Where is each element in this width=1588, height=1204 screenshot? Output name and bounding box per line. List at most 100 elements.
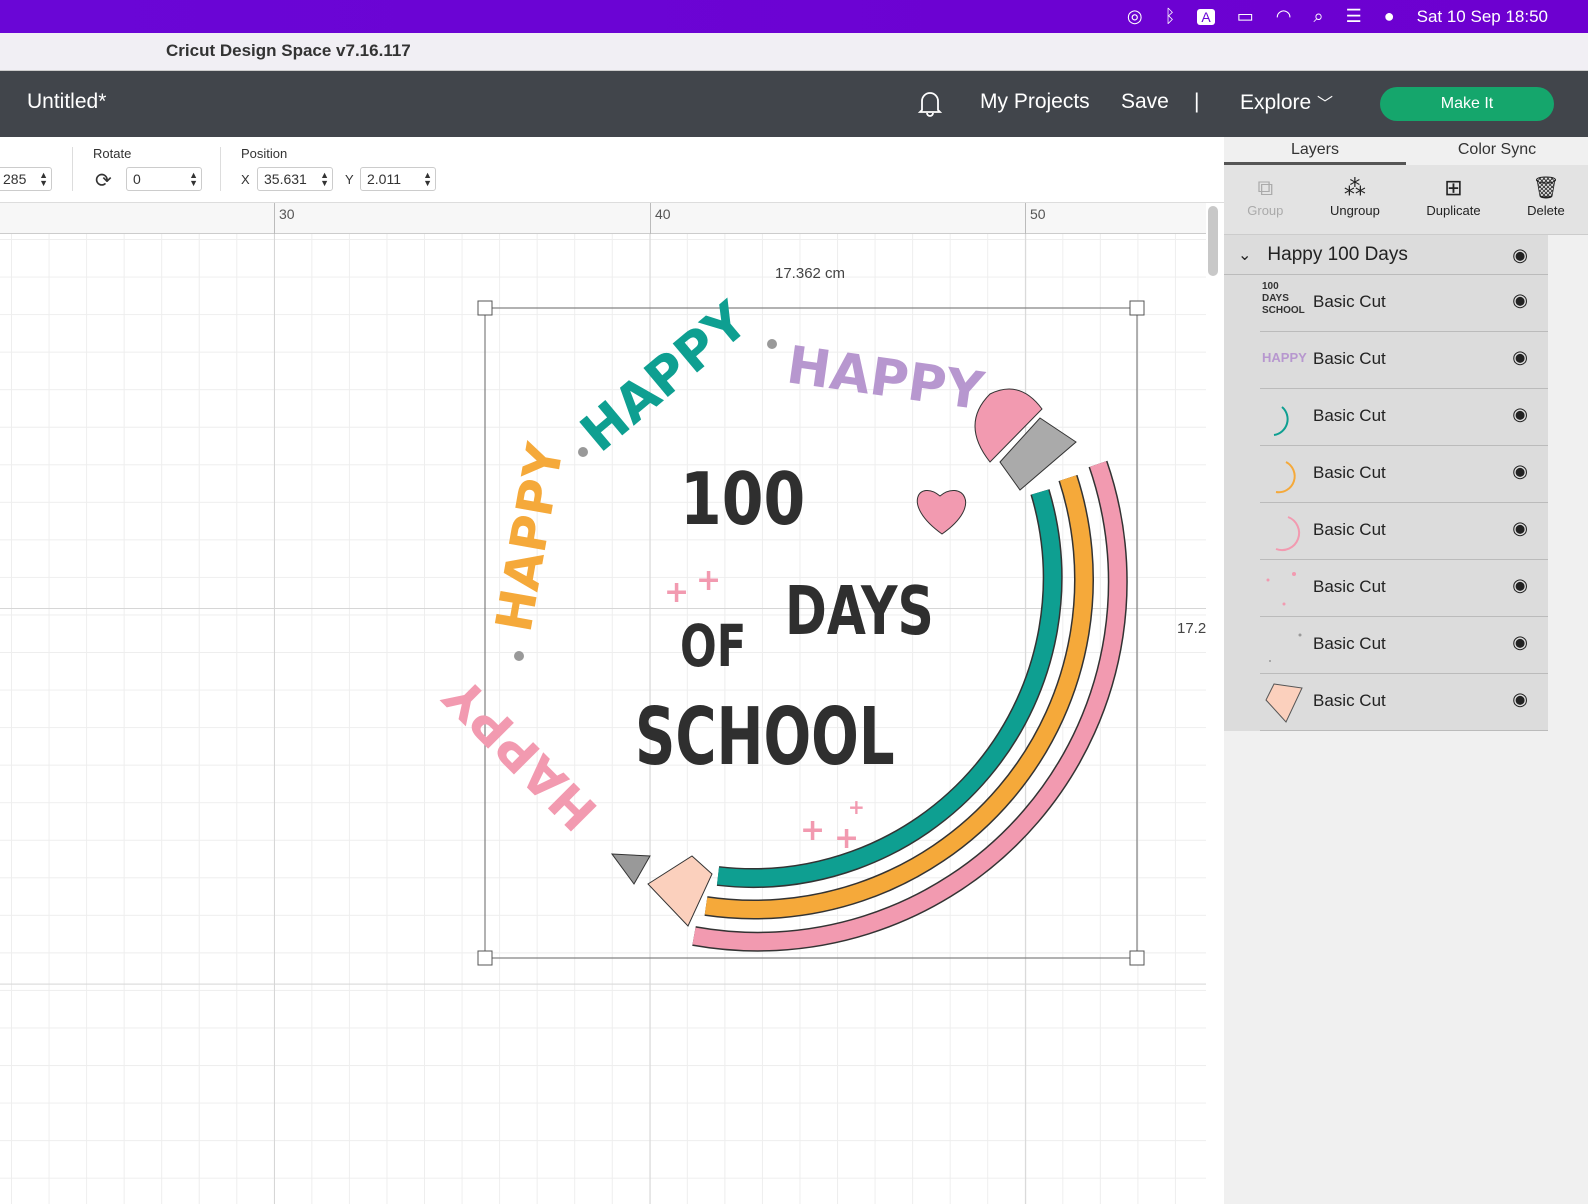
design-text-happy-orange: HAPPY bbox=[485, 438, 575, 636]
layer-item[interactable]: Basic Cut ◉ bbox=[1260, 503, 1548, 560]
group-button[interactable]: ⧉ Group bbox=[1247, 165, 1283, 234]
y-label: Y bbox=[345, 172, 354, 187]
rotate-field[interactable]: 0 ▲ ▼ bbox=[126, 167, 202, 191]
layer-item[interactable]: Basic Cut ◉ bbox=[1260, 617, 1548, 674]
stepper-icon[interactable]: ▲ ▼ bbox=[39, 171, 48, 188]
sparkle-icon: + bbox=[696, 563, 721, 598]
sparkle-icon: + bbox=[848, 795, 865, 819]
my-projects-link[interactable]: My Projects bbox=[980, 90, 1090, 114]
stepper-icon[interactable]: ▲ ▼ bbox=[189, 171, 198, 188]
siri-icon[interactable]: ● bbox=[1384, 6, 1395, 27]
teal-arc-outline bbox=[716, 489, 1063, 888]
resize-handle bbox=[1129, 950, 1145, 966]
bell-icon[interactable] bbox=[916, 88, 944, 124]
rotate-icon[interactable]: ⟳ bbox=[95, 168, 112, 193]
design-text-school: SCHOOL bbox=[635, 691, 895, 783]
y-position-field[interactable]: 2.011 ▲ ▼ bbox=[360, 167, 436, 191]
layer-thumbnail bbox=[1273, 406, 1289, 436]
bluetooth-icon[interactable]: ᛒ bbox=[1165, 6, 1176, 27]
layer-item[interactable]: 100 DAYS SCHOOL Basic Cut ◉ bbox=[1260, 275, 1548, 332]
stepper-icon[interactable]: ▲ ▼ bbox=[320, 171, 329, 188]
eye-icon[interactable]: ◉ bbox=[1512, 245, 1528, 266]
sparkle-icon: + bbox=[664, 575, 689, 610]
layer-thumbnail bbox=[1269, 633, 1302, 662]
wifi-icon[interactable]: ◠ bbox=[1276, 6, 1292, 27]
pencil-wood bbox=[647, 855, 713, 927]
dot bbox=[578, 447, 588, 457]
ruler-tick: 40 bbox=[650, 203, 675, 234]
window-titlebar: Cricut Design Space v7.16.117 bbox=[0, 33, 1588, 71]
chevron-down-icon[interactable]: ⌄ bbox=[1238, 245, 1251, 265]
design-text-days: DAYS bbox=[785, 573, 934, 651]
make-it-button[interactable]: Make It bbox=[1380, 87, 1554, 121]
dot bbox=[514, 651, 524, 661]
creative-cloud-icon[interactable]: ◎ bbox=[1127, 6, 1143, 27]
eye-icon[interactable]: ◉ bbox=[1512, 290, 1528, 311]
ungroup-icon: ⁂ bbox=[1343, 175, 1366, 200]
design-canvas[interactable]: 17.362 cm 17.2 100 DAYS OF SCHOOL HAPPY … bbox=[0, 234, 1206, 1204]
explore-menu[interactable]: Explore ﹀ bbox=[1240, 90, 1333, 115]
layers-list: ⌄ Happy 100 Days ◉ 100 DAYS SCHOOL Basic Cu… bbox=[1224, 235, 1548, 731]
layer-thumbnail: HAPPY bbox=[1262, 350, 1307, 365]
tab-color-sync[interactable]: Color Sync bbox=[1406, 137, 1588, 165]
design-text-of: OF bbox=[680, 614, 746, 681]
save-button[interactable]: Save bbox=[1121, 90, 1169, 114]
layer-thumbnail bbox=[1275, 516, 1301, 552]
dot bbox=[767, 339, 777, 349]
eye-icon[interactable]: ◉ bbox=[1512, 689, 1528, 710]
group-icon: ⧉ bbox=[1257, 175, 1274, 200]
layer-item[interactable]: HAPPY Basic Cut ◉ bbox=[1260, 332, 1548, 389]
eye-icon[interactable]: ◉ bbox=[1512, 632, 1528, 653]
design-text-happy-pink: HAPPY bbox=[433, 666, 609, 842]
stepper-icon[interactable]: ▲ ▼ bbox=[423, 171, 432, 188]
duplicate-button[interactable]: ⊞ Duplicate bbox=[1426, 165, 1480, 234]
layer-thumbnail bbox=[1265, 683, 1303, 723]
horizontal-ruler: 30 40 50 bbox=[0, 203, 1206, 234]
layer-item[interactable]: Basic Cut ◉ bbox=[1260, 560, 1548, 617]
sparkle-icon: + bbox=[834, 821, 859, 856]
control-center-icon[interactable]: ☰ bbox=[1346, 6, 1362, 27]
group-name: Happy 100 Days bbox=[1267, 243, 1408, 265]
resize-handle bbox=[477, 300, 493, 316]
size-field[interactable]: 285 ▲ ▼ bbox=[0, 167, 52, 191]
app-header: Untitled* My Projects Save | Explore ﹀ M… bbox=[0, 71, 1588, 137]
duplicate-icon: ⊞ bbox=[1444, 175, 1463, 200]
ruler-tick: 30 bbox=[274, 203, 299, 234]
macos-menubar: ◎ ᛒ A ▭ ◠ ⌕ ☰ ● Sat 10 Sep 18:50 bbox=[0, 0, 1588, 33]
vertical-scrollbar[interactable] bbox=[1208, 206, 1218, 276]
design-text-happy-teal: HAPPY bbox=[570, 290, 761, 464]
tab-layers[interactable]: Layers bbox=[1224, 137, 1406, 165]
trash-icon: 🗑 bbox=[1531, 175, 1560, 200]
layer-item[interactable]: Basic Cut ◉ bbox=[1260, 446, 1548, 503]
ruler-tick: 50 bbox=[1025, 203, 1050, 234]
eye-icon[interactable]: ◉ bbox=[1512, 575, 1528, 596]
edit-toolbar: 285 ▲ ▼ Rotate ⟳ 0 ▲ ▼ Position X 35.631 ▲ ▼ Y… bbox=[0, 137, 1224, 203]
x-position-field[interactable]: 35.631 ▲ ▼ bbox=[257, 167, 333, 191]
eye-icon[interactable]: ◉ bbox=[1512, 347, 1528, 368]
teal-arc bbox=[717, 489, 1062, 887]
layer-item[interactable]: Basic Cut ◉ bbox=[1260, 389, 1548, 446]
layer-thumbnail: 100 DAYS SCHOOL bbox=[1262, 281, 1305, 316]
header-divider: | bbox=[1194, 90, 1200, 113]
position-label: Position bbox=[241, 146, 288, 161]
layers-panel: Layers Color Sync ⧉ Group ⁂ Ungroup ⊞ Dupli… bbox=[1224, 137, 1588, 1204]
eye-icon[interactable]: ◉ bbox=[1512, 461, 1528, 482]
spotlight-icon[interactable]: ⌕ bbox=[1314, 6, 1324, 27]
window-title: Cricut Design Space v7.16.117 bbox=[166, 41, 411, 60]
layer-group-happy-100-days[interactable]: ⌄ Happy 100 Days ◉ bbox=[1224, 235, 1548, 275]
ungroup-button[interactable]: ⁂ Ungroup bbox=[1330, 165, 1380, 234]
document-title[interactable]: Untitled* bbox=[27, 90, 106, 114]
battery-icon[interactable]: ▭ bbox=[1237, 6, 1254, 27]
eye-icon[interactable]: ◉ bbox=[1512, 518, 1528, 539]
delete-button[interactable]: 🗑 Delete bbox=[1527, 165, 1565, 234]
design-text-100: 100 bbox=[680, 457, 805, 542]
layer-thumbnail bbox=[1275, 461, 1296, 494]
layer-item[interactable]: Basic Cut ◉ bbox=[1260, 674, 1548, 731]
chevron-down-icon: ﹀ bbox=[1317, 96, 1334, 113]
menubar-clock[interactable]: Sat 10 Sep 18:50 bbox=[1417, 7, 1548, 27]
input-source-icon[interactable]: A bbox=[1197, 8, 1215, 25]
pencil-tip bbox=[610, 853, 651, 885]
design-text-happy-purple: HAPPY bbox=[783, 335, 988, 422]
design-artwork[interactable]: 100 DAYS OF SCHOOL HAPPY HAPPY HAPPY HAP… bbox=[0, 234, 1206, 1204]
eye-icon[interactable]: ◉ bbox=[1512, 404, 1528, 425]
